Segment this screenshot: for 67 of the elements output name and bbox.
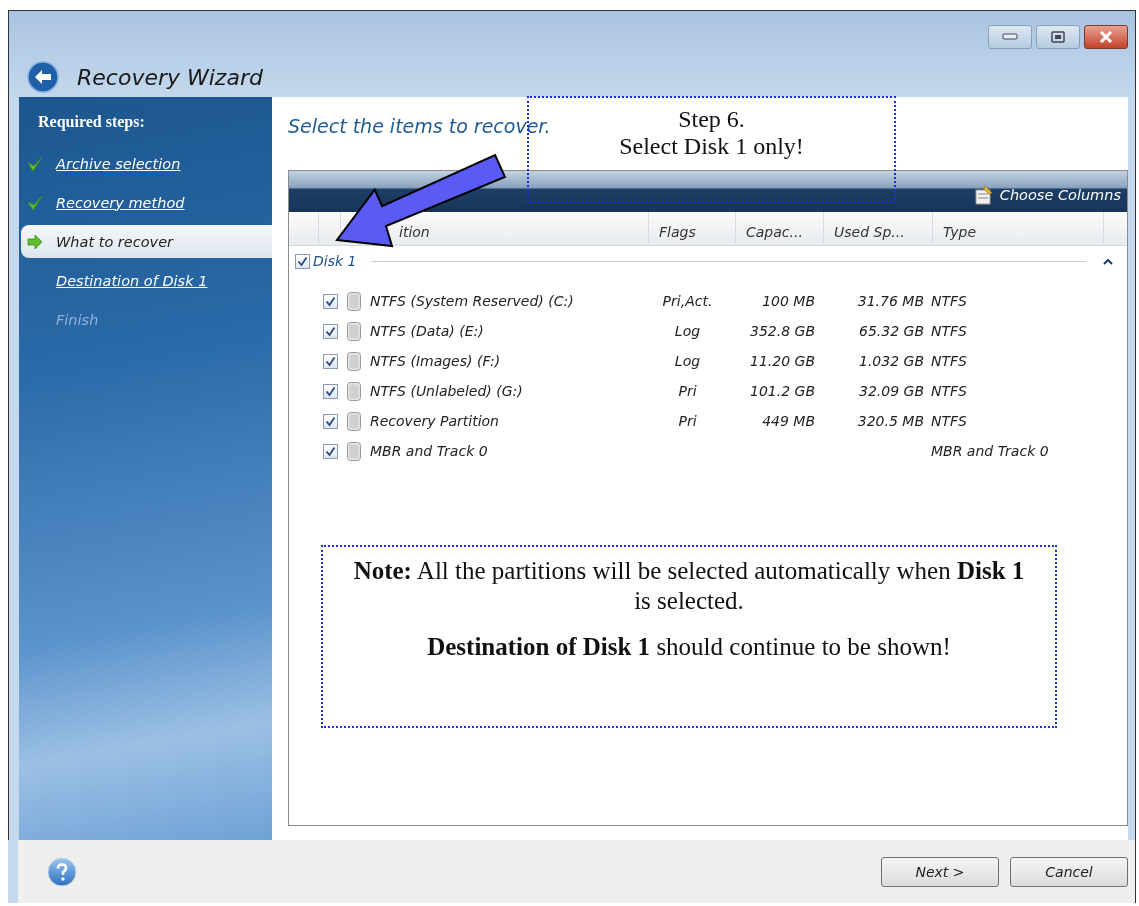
step-link[interactable]: Recovery method (56, 194, 185, 211)
column-header[interactable]: Used Sp... (824, 212, 933, 245)
table-cell-text: Pri (677, 413, 698, 429)
checkbox[interactable] (323, 323, 338, 339)
table-cell-text: 100 MB (761, 293, 816, 309)
columns-icon (973, 185, 994, 205)
partition-name: NTFS (System Reserved) (C:) (370, 293, 575, 309)
disk-icon (347, 351, 361, 371)
current-step[interactable]: What to recover (21, 225, 272, 258)
table-cell-text: 1.032 GB (858, 353, 925, 369)
table-cell-text: Log (673, 323, 702, 339)
table-cell-text: 101.2 GB (749, 383, 816, 399)
note-text: Note: All the partitions will be selected automatically when Disk 1 is selected. (352, 556, 1026, 616)
chevron-icon[interactable] (1103, 257, 1113, 265)
choose-columns-button[interactable]: Choose Columns (973, 185, 1121, 205)
checkbox[interactable] (323, 413, 338, 429)
group-label: Disk 1 (313, 253, 357, 269)
maximize-icon (1051, 31, 1065, 43)
partition-name: NTFS (Images) (F:) (370, 353, 502, 369)
table-cell-text: 449 MB (761, 413, 816, 429)
table-cell-text: Log (673, 353, 702, 369)
help-icon[interactable] (47, 856, 77, 887)
table-cell-text: 320.5 MB (856, 413, 925, 429)
disk-icon (347, 411, 361, 431)
dialog-button[interactable]: Next > (881, 856, 999, 887)
table-cell-text: NTFS (930, 413, 968, 429)
table-cell-text: NTFS (930, 323, 968, 339)
table-cell-text: NTFS (930, 383, 968, 399)
checkbox[interactable] (295, 253, 310, 269)
disk-icon (347, 321, 361, 341)
step-label: Finish (56, 311, 99, 328)
window-title: Recovery Wizard (77, 64, 263, 90)
table-cell-text: 11.20 GB (749, 353, 816, 369)
disk-icon (347, 381, 361, 401)
disk-icon (347, 441, 361, 461)
partition-name: Recovery Partition (370, 413, 500, 429)
partition-name: NTFS (Unlabeled) (G:) (370, 383, 524, 399)
partition-name: NTFS (Data) (E:) (370, 323, 485, 339)
minimize-icon (1002, 33, 1018, 41)
table-cell-text: Pri,Act. (661, 293, 714, 309)
step-link[interactable]: Destination of Disk 1 (56, 272, 208, 289)
table-cell-text: Pri (677, 383, 698, 399)
partition-name: MBR and Track 0 (370, 443, 489, 459)
column-header[interactable]: Flags (649, 212, 736, 245)
checkbox[interactable] (323, 293, 338, 309)
dialog-button[interactable]: Cancel (1010, 856, 1128, 887)
checkbox[interactable] (323, 443, 338, 459)
note-text: Destination of Disk 1 should continue to be shown! (426, 632, 952, 662)
close-icon (1099, 31, 1113, 43)
checkbox[interactable] (323, 383, 338, 399)
maximize-button[interactable] (1036, 25, 1080, 49)
table-cell-text: 352.8 GB (749, 323, 816, 339)
table-cell-text: MBR and Track 0 (930, 443, 1050, 459)
callout-text: Select Disk 1 only! (618, 133, 805, 160)
column-header[interactable]: Capac... (736, 212, 824, 245)
table-cell-text: NTFS (930, 293, 968, 309)
table-cell-text: 31.76 MB (856, 293, 925, 309)
close-button[interactable] (1084, 25, 1128, 49)
checkbox[interactable] (323, 353, 338, 369)
table-cell-text: 65.32 GB (858, 323, 925, 339)
column-header[interactable]: Type (933, 212, 1104, 245)
table-cell-text: NTFS (930, 353, 968, 369)
table-cell-text: 32.09 GB (858, 383, 925, 399)
sidebar-heading: Required steps: (37, 113, 146, 133)
page-heading: Select the items to recover. (288, 115, 551, 139)
disk-icon (347, 291, 361, 311)
step-link[interactable]: Archive selection (56, 155, 181, 172)
